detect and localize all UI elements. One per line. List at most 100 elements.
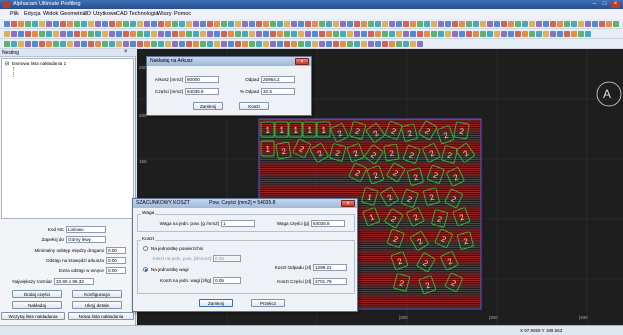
- toolbar-tool-icon[interactable]: [11, 41, 17, 47]
- toolbar-tool-icon[interactable]: [263, 41, 269, 47]
- toolbar-tool-icon[interactable]: [256, 31, 262, 37]
- toolbar-tool-icon[interactable]: [557, 21, 563, 27]
- nested-part[interactable]: 2: [385, 121, 403, 140]
- toolbar-tool-icon[interactable]: [578, 31, 584, 37]
- toolbar-tool-icon[interactable]: [340, 41, 346, 47]
- toolbar-tool-icon[interactable]: [158, 41, 164, 47]
- nested-part[interactable]: 2: [441, 145, 458, 164]
- toolbar-tool-icon[interactable]: [445, 31, 451, 37]
- menu-plik[interactable]: Plik: [10, 11, 19, 17]
- toolbar-tool-icon[interactable]: [438, 31, 444, 37]
- toolbar-tool-icon[interactable]: [403, 21, 409, 27]
- maximize-button[interactable]: □: [600, 1, 609, 8]
- toolbar-tool-icon[interactable]: [263, 21, 269, 27]
- toolbar-tool-icon[interactable]: [179, 21, 185, 27]
- toolbar-tool-icon[interactable]: [452, 31, 458, 37]
- toolbar-tool-icon[interactable]: [333, 21, 339, 27]
- toolbar-tool-icon[interactable]: [256, 41, 262, 47]
- tree-root-item[interactable]: Ewnowa lista nakładania 1: [12, 61, 66, 66]
- toolbar-tool-icon[interactable]: [571, 21, 577, 27]
- menu-geometria[interactable]: Geometria: [60, 11, 86, 17]
- toolbar-tool-icon[interactable]: [81, 21, 87, 27]
- toolbar-tool-icon[interactable]: [186, 21, 192, 27]
- toolbar-tool-icon[interactable]: [361, 31, 367, 37]
- toolbar-tool-icon[interactable]: [151, 31, 157, 37]
- toolbar-tool-icon[interactable]: [319, 31, 325, 37]
- menu-widok[interactable]: Widok: [43, 11, 58, 17]
- toolbar-tool-icon[interactable]: [123, 31, 129, 37]
- nested-part[interactable]: 2: [444, 188, 463, 208]
- toolbar-tool-icon[interactable]: [298, 41, 304, 47]
- radio-per-area[interactable]: [143, 246, 148, 251]
- nested-part[interactable]: 2: [384, 208, 404, 228]
- toolbar-tool-icon[interactable]: [270, 21, 276, 27]
- toolbar-tool-icon[interactable]: [494, 21, 500, 27]
- toolbar-tool-icon[interactable]: [410, 31, 416, 37]
- toolbar-tool-icon[interactable]: [529, 31, 535, 37]
- toolbar-tool-icon[interactable]: [585, 21, 591, 27]
- toolbar-tool-icon[interactable]: [333, 31, 339, 37]
- toolbar-tool-icon[interactable]: [144, 31, 150, 37]
- toolbar-tool-icon[interactable]: [340, 21, 346, 27]
- toolbar-tool-icon[interactable]: [144, 21, 150, 27]
- toolbar-tool-icon[interactable]: [67, 21, 73, 27]
- toolbar-tool-icon[interactable]: [494, 31, 500, 37]
- toolbar-tool-icon[interactable]: [53, 31, 59, 37]
- extra-odstep-input[interactable]: 0.00: [106, 267, 126, 274]
- toolbar-tool-icon[interactable]: [333, 41, 339, 47]
- toolbar-tool-icon[interactable]: [431, 31, 437, 37]
- toolbar-tool-icon[interactable]: [452, 21, 458, 27]
- koszt-pow-input[interactable]: 0.05: [213, 255, 241, 262]
- nested-part[interactable]: 2: [427, 165, 445, 184]
- toolbar-tool-icon[interactable]: [501, 21, 507, 27]
- toolbar-tool-icon[interactable]: [382, 41, 388, 47]
- toolbar-tool-icon[interactable]: [480, 31, 486, 37]
- toolbar-tool-icon[interactable]: [347, 31, 353, 37]
- toolbar-tool-icon[interactable]: [242, 41, 248, 47]
- toolbar-tool-icon[interactable]: [172, 41, 178, 47]
- toolbar-tool-icon[interactable]: [193, 31, 199, 37]
- toolbar-tool-icon[interactable]: [60, 31, 66, 37]
- toolbar-tool-icon[interactable]: [130, 41, 136, 47]
- toolbar-tool-icon[interactable]: [214, 21, 220, 27]
- kod-nc-select[interactable]: Liniowo: [66, 226, 106, 233]
- waga-jedn-input[interactable]: 1: [221, 220, 255, 227]
- toolbar-tool-icon[interactable]: [347, 41, 353, 47]
- toolbar-tool-icon[interactable]: [249, 31, 255, 37]
- close-window-button[interactable]: ×: [611, 1, 620, 8]
- toolbar-tool-icon[interactable]: [515, 21, 521, 27]
- toolbar-tool-icon[interactable]: [242, 31, 248, 37]
- toolbar-tool-icon[interactable]: [39, 41, 45, 47]
- toolbar-tool-icon[interactable]: [410, 41, 416, 47]
- toolbar-tool-icon[interactable]: [375, 31, 381, 37]
- toolbar-tool-icon[interactable]: [424, 21, 430, 27]
- toolbar-tool-icon[interactable]: [88, 21, 94, 27]
- toolbar-tool-icon[interactable]: [179, 31, 185, 37]
- menu-pomoc[interactable]: Pomoc: [174, 11, 191, 17]
- toolbar-tool-icon[interactable]: [123, 41, 129, 47]
- toolbar-tool-icon[interactable]: [459, 31, 465, 37]
- toolbar-tool-icon[interactable]: [4, 41, 10, 47]
- toolbar-tool-icon[interactable]: [501, 31, 507, 37]
- toolbar-tool-icon[interactable]: [228, 31, 234, 37]
- nested-part[interactable]: 2: [418, 120, 438, 140]
- toolbar-tool-icon[interactable]: [263, 31, 269, 37]
- nested-part[interactable]: 2: [401, 189, 419, 208]
- toolbar-tool-icon[interactable]: [214, 41, 220, 47]
- toolbar-tool-icon[interactable]: [536, 31, 542, 37]
- toolbar-tool-icon[interactable]: [200, 41, 206, 47]
- toolbar-tool-icon[interactable]: [291, 21, 297, 27]
- toolbar-tool-icon[interactable]: [151, 41, 157, 47]
- nowa-lista-button[interactable]: Nowa lista nakładania: [68, 312, 134, 320]
- toolbar-tool-icon[interactable]: [508, 21, 514, 27]
- toolbar-tool-icon[interactable]: [277, 31, 283, 37]
- cost-zamknij-button[interactable]: Zamknij: [199, 299, 233, 307]
- toolbar-tool-icon[interactable]: [368, 41, 374, 47]
- panel-close-icon[interactable]: ×: [124, 49, 128, 55]
- toolbar-tool-icon[interactable]: [403, 41, 409, 47]
- toolbar-tool-icon[interactable]: [4, 21, 10, 27]
- toolbar-tool-icon[interactable]: [389, 41, 395, 47]
- toolbar-tool-icon[interactable]: [186, 31, 192, 37]
- nested-part[interactable]: 2: [364, 144, 384, 165]
- toolbar-tool-icon[interactable]: [424, 31, 430, 37]
